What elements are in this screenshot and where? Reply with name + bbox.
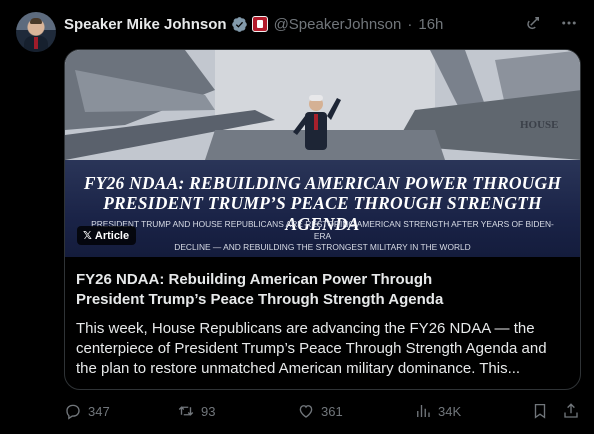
article-desc-line1: This week, House Republicans are advanci… <box>76 320 535 337</box>
post-actions: 347 93 361 34K <box>64 402 580 422</box>
article-badge: 𝕏 Article <box>77 226 137 245</box>
image-subline-line2: DECLINE — AND REBUILDING THE STRONGEST M… <box>174 242 471 252</box>
share-icon <box>564 403 578 418</box>
article-badge-label: Article <box>94 229 130 242</box>
post-header: Speaker Mike Johnson @SpeakerJohnson · 1… <box>64 14 578 34</box>
repost-count: 93 <box>201 403 216 419</box>
views-button[interactable]: 34K <box>414 402 461 420</box>
article-description: This week, House Republicans are advanci… <box>76 319 570 379</box>
reply-button[interactable]: 347 <box>64 402 110 420</box>
article-title-line2: President Trump’s Peace Through Strength… <box>76 290 444 308</box>
post-time[interactable]: 16h <box>418 16 443 33</box>
svg-text:HOUSE: HOUSE <box>520 119 559 131</box>
repost-icon <box>178 406 194 416</box>
views-chart-icon <box>417 405 430 417</box>
article-desc-line2: centerpiece of President Trump’s Peace T… <box>76 340 547 357</box>
header-actions <box>524 14 578 32</box>
bookmark-button[interactable] <box>531 402 549 420</box>
grok-icon[interactable] <box>524 14 542 32</box>
article-card[interactable]: HOUSE FY26 NDAA: REBUILDING AMERICAN POW… <box>64 49 581 390</box>
reply-count: 347 <box>88 403 110 419</box>
image-subline-line1: PRESIDENT TRUMP AND HOUSE REPUBLICANS AR… <box>91 219 554 241</box>
author-avatar[interactable] <box>16 12 56 52</box>
author-name[interactable]: Speaker Mike Johnson <box>64 16 227 33</box>
avatar-tie <box>34 37 38 49</box>
image-headline-line1: FY26 NDAA: REBUILDING AMERICAN POWER THR… <box>83 173 562 193</box>
like-button[interactable]: 361 <box>297 402 343 420</box>
reply-icon <box>66 404 80 420</box>
author-handle[interactable]: @SpeakerJohnson <box>274 16 402 33</box>
article-title-line1: FY26 NDAA: Rebuilding American Power Thr… <box>76 271 433 288</box>
affiliate-badge-icon[interactable] <box>251 16 268 32</box>
view-count: 34K <box>438 403 462 419</box>
avatar-hair <box>30 18 42 24</box>
article-desc-line3: the plan to restore unmatched American m… <box>76 360 521 377</box>
heart-icon <box>299 405 313 418</box>
share-button[interactable] <box>562 402 580 420</box>
like-count: 361 <box>321 403 343 419</box>
image-subline: PRESIDENT TRUMP AND HOUSE REPUBLICANS AR… <box>83 219 562 254</box>
more-icon[interactable] <box>560 14 578 32</box>
bookmark-icon <box>534 403 546 419</box>
x-logo-icon: 𝕏 <box>83 230 92 242</box>
meta-separator: · <box>407 15 413 33</box>
article-image: HOUSE FY26 NDAA: REBUILDING AMERICAN POW… <box>65 50 580 257</box>
verified-badge-icon <box>231 16 247 32</box>
repost-button[interactable]: 93 <box>177 402 215 420</box>
article-title[interactable]: FY26 NDAA: Rebuilding American Power Thr… <box>76 270 570 309</box>
